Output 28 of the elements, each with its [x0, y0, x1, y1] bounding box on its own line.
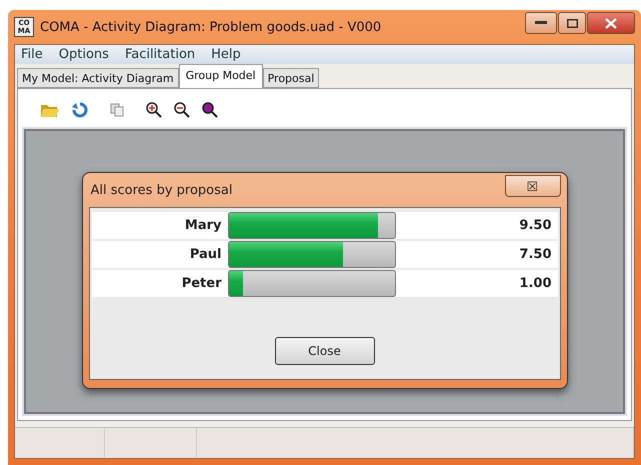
dialog-close-button[interactable]: ☒	[504, 175, 560, 197]
zoom-in-icon[interactable]	[146, 102, 162, 118]
tab[interactable]: Group Model	[178, 64, 263, 88]
refresh-icon[interactable]	[72, 102, 88, 118]
zoom-out-icon[interactable]	[174, 102, 190, 118]
close-icon	[605, 18, 617, 28]
score-cell: 9.50	[396, 212, 558, 239]
name-cell: Paul	[92, 241, 228, 268]
menu-item[interactable]: Facilitation	[124, 47, 196, 62]
name-cell: Peter	[92, 270, 228, 297]
window-title: COMA - Activity Diagram: Problem goods.uad - V000	[40, 20, 382, 34]
close-button[interactable]	[587, 12, 635, 34]
menu-item[interactable]: Help	[211, 47, 241, 62]
copy-icon[interactable]	[110, 103, 124, 117]
score-cell: 1.00	[396, 270, 558, 297]
minimize-button[interactable]	[525, 12, 557, 34]
menu-item[interactable]: File	[21, 47, 43, 62]
tab[interactable]: Proposal	[262, 68, 320, 88]
tab[interactable]: My Model: Activity Diagram	[17, 68, 179, 88]
score-cell: 7.50	[396, 241, 558, 268]
minimize-icon	[535, 21, 547, 25]
maximize-icon	[566, 18, 578, 28]
menu-item[interactable]: Options	[58, 47, 109, 62]
dialog-title: All scores by proposal	[90, 182, 232, 198]
name-cell: Mary	[92, 212, 228, 239]
maximize-button[interactable]	[558, 12, 586, 34]
zoom-reset-icon[interactable]	[202, 102, 218, 118]
close-button[interactable]: Close	[274, 337, 374, 365]
